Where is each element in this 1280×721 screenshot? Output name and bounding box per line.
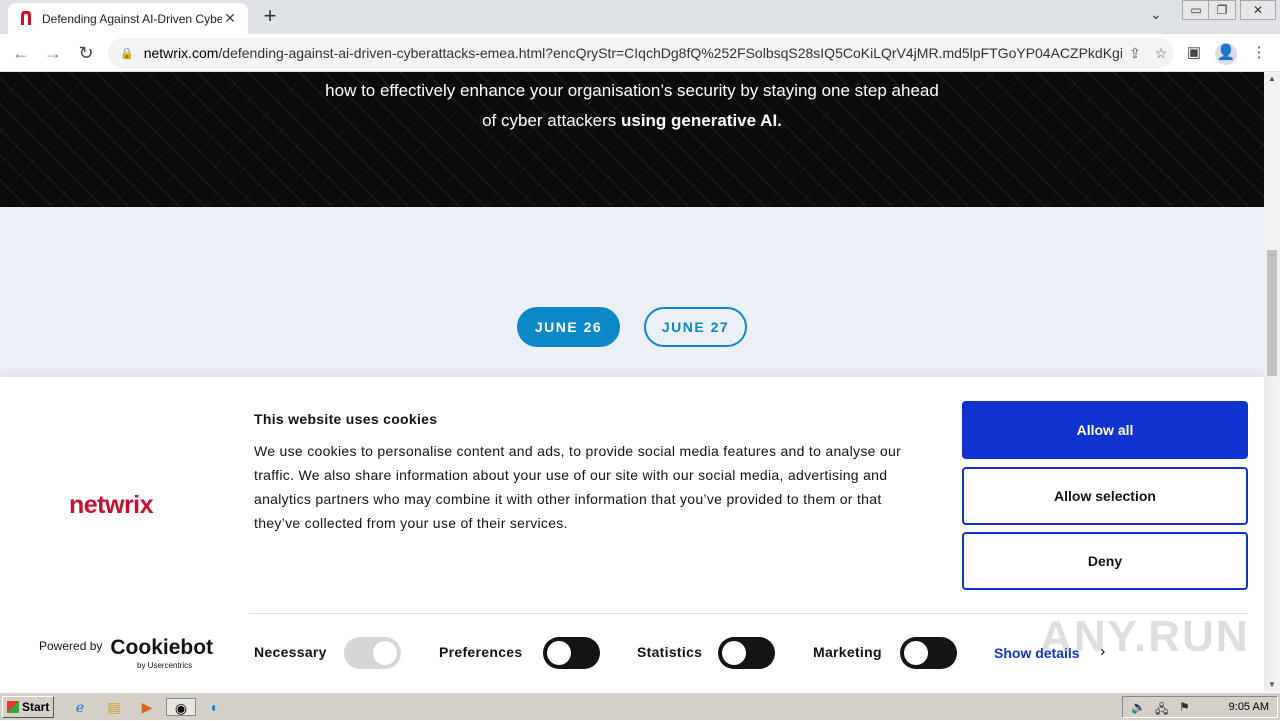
necessary-toggle: [344, 637, 401, 669]
volume-icon[interactable]: 🔈: [1131, 700, 1146, 714]
internet-explorer-icon[interactable]: ℯ: [70, 698, 90, 716]
browser-toolbar: ← → ↻ 🔒 netwrix.com/defending-against-ai…: [0, 34, 1280, 72]
browser-tab[interactable]: Defending Against AI-Driven Cyberattacks…: [8, 3, 248, 34]
network-icon[interactable]: 🖧: [1155, 700, 1168, 721]
menu-kebab-icon[interactable]: ⋮: [1248, 43, 1270, 65]
restore-icon[interactable]: ❐: [1208, 0, 1236, 20]
usercentrics-label: by Usercentrics: [137, 661, 193, 670]
tab-search-chevron-icon[interactable]: ⌄: [1150, 6, 1162, 23]
taskbar: Start ℯ ▤ ▶ ◉ ◐ 🔈 🖧 ⚑ 9:05 AM: [0, 692, 1280, 720]
category-statistics-label: Statistics: [637, 644, 703, 660]
date-button-june-26[interactable]: JUNE 26: [517, 307, 620, 347]
category-preferences-label: Preferences: [439, 644, 523, 660]
cookiebot-branding[interactable]: Powered by Cookiebot by Usercentrics: [39, 636, 214, 670]
marketing-toggle[interactable]: [900, 637, 957, 669]
media-player-icon[interactable]: ▶: [137, 698, 157, 716]
share-icon[interactable]: ⇪: [1122, 45, 1148, 62]
statistics-toggle[interactable]: [718, 637, 775, 669]
chrome-taskbar-icon[interactable]: ◉: [166, 698, 196, 716]
category-necessary-label: Necessary: [254, 644, 327, 660]
tab-title: Defending Against AI-Driven Cyberattacks: [42, 11, 222, 26]
back-arrow-icon[interactable]: ←: [10, 42, 32, 64]
cookiebot-logo: Cookiebot: [110, 636, 214, 659]
deny-button[interactable]: Deny: [962, 532, 1248, 590]
page-scrollbar[interactable]: ▲ ▼: [1264, 72, 1280, 692]
scroll-down-icon[interactable]: ▼: [1264, 678, 1280, 692]
system-tray: 🔈 🖧 ⚑ 9:05 AM: [1122, 696, 1278, 718]
file-explorer-icon[interactable]: ▤: [104, 698, 124, 716]
edge-icon[interactable]: ◐: [205, 698, 225, 716]
url-text[interactable]: netwrix.com/defending-against-ai-driven-…: [144, 45, 1122, 61]
allow-all-button[interactable]: Allow all: [962, 401, 1248, 459]
hero-banner: how to effectively enhance your organisa…: [0, 72, 1264, 207]
address-bar[interactable]: 🔒 netwrix.com/defending-against-ai-drive…: [108, 38, 1174, 68]
browser-tab-bar: Defending Against AI-Driven Cyberattacks…: [0, 0, 1280, 34]
tab-close-icon[interactable]: ✕: [222, 10, 238, 27]
bookmark-star-icon[interactable]: ☆: [1148, 45, 1174, 62]
date-button-june-27[interactable]: JUNE 27: [644, 307, 747, 347]
scrollbar-thumb[interactable]: [1267, 250, 1277, 376]
start-button[interactable]: Start: [2, 696, 54, 718]
lock-icon: 🔒: [120, 47, 134, 60]
allow-selection-button[interactable]: Allow selection: [962, 467, 1248, 525]
reload-icon[interactable]: ↻: [75, 42, 97, 64]
cookie-title: This website uses cookies: [254, 411, 438, 427]
minimize-icon[interactable]: ▭: [1182, 0, 1210, 20]
netwrix-logo: netwrix: [69, 491, 154, 519]
hero-text-line2: of cyber attackers using generative AI.: [482, 111, 782, 130]
profile-avatar-icon[interactable]: 👤: [1215, 43, 1237, 65]
cookie-description: We use cookies to personalise content an…: [254, 443, 902, 531]
cookie-consent-banner: netwrix This website uses cookies We use…: [0, 377, 1264, 692]
anyrun-watermark: ANY.RUN: [1040, 612, 1250, 661]
clock[interactable]: 9:05 AM: [1229, 701, 1269, 713]
hero-text-line1: how to effectively enhance your organisa…: [325, 81, 939, 100]
preferences-toggle[interactable]: [543, 637, 600, 669]
forward-arrow-icon[interactable]: →: [42, 42, 64, 64]
new-tab-button[interactable]: +: [258, 5, 282, 29]
windows-flag-icon: [7, 701, 19, 713]
action-center-flag-icon[interactable]: ⚑: [1179, 700, 1190, 714]
category-marketing-label: Marketing: [813, 644, 882, 660]
scroll-up-icon[interactable]: ▲: [1264, 72, 1280, 86]
netwrix-favicon-icon: [18, 10, 34, 27]
powered-by-label: Powered by: [39, 639, 103, 653]
side-panel-icon[interactable]: ▣: [1183, 43, 1205, 65]
window-close-icon[interactable]: ✕: [1240, 0, 1276, 20]
